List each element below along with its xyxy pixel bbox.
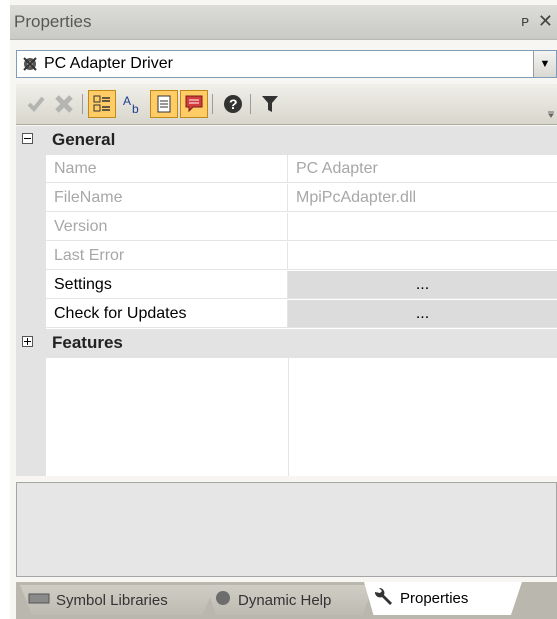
tab-properties[interactable]: Properties [364,582,522,615]
categorized-icon [93,95,110,112]
settings-ellipsis-button[interactable]: ... [288,271,557,299]
alphabetical-icon: A b [123,94,139,115]
cancel-button[interactable] [50,90,78,118]
dropdown-arrow-icon[interactable]: ▼ [533,51,556,77]
property-row-check-for-updates[interactable]: Check for Updates ... [16,300,557,329]
property-value: MpiPcAdapter.dll [288,184,557,212]
row-gutter [16,213,46,242]
category-label: Features [52,333,123,352]
toolbar-separator [212,94,213,114]
toolbar-overflow-icon[interactable] [547,94,555,118]
property-value: PC Adapter [288,155,557,183]
property-grid: General Name PC Adapter FileName MpiPcAd… [16,126,557,476]
description-icon [185,95,203,113]
property-row-version[interactable]: Version [16,213,557,242]
svg-text:b: b [132,102,139,115]
property-name: Settings [46,271,288,299]
row-gutter [16,242,46,271]
property-name: Name [46,155,288,183]
row-gutter [16,155,46,184]
selected-object-label: PC Adapter Driver [44,55,173,72]
category-features[interactable]: Features [16,329,557,358]
apply-button[interactable] [22,90,50,118]
wrench-icon [372,586,394,612]
panel-title-bar: Properties ᴩ ✕ [10,5,557,40]
collapse-icon[interactable] [22,133,33,144]
close-icon[interactable]: ✕ [538,11,553,32]
toolbar: A b ? [16,84,557,125]
filter-button[interactable] [256,90,284,118]
property-pages-button[interactable] [150,90,178,118]
help-button[interactable]: ? [219,90,247,118]
help-icon: ? [224,95,242,113]
tab-label: Symbol Libraries [56,591,168,609]
categorized-button[interactable] [88,90,116,118]
svg-text:A: A [123,94,131,108]
alphabetical-button[interactable]: A b [119,90,147,118]
grid-gutter [16,358,46,476]
help-globe-icon [214,589,232,611]
property-row-filename[interactable]: FileName MpiPcAdapter.dll [16,184,557,213]
driver-icon [23,57,37,71]
tab-label: Properties [400,590,469,607]
pin-icon[interactable]: ᴩ [521,13,529,30]
property-name: Check for Updates [46,300,288,328]
property-row-name[interactable]: Name PC Adapter [16,155,557,184]
check-updates-ellipsis-button[interactable]: ... [288,300,557,328]
row-gutter [16,184,46,213]
library-icon [28,591,50,609]
checkmark-icon [27,96,45,112]
filter-icon [262,96,278,112]
panel-title: Properties [14,12,92,31]
description-button[interactable] [180,90,208,118]
svg-text:?: ? [229,96,238,112]
property-value [288,213,557,241]
x-icon [55,95,73,113]
category-general[interactable]: General [16,126,557,155]
object-selector[interactable]: PC Adapter Driver ▼ [16,50,557,78]
tab-label: Dynamic Help [238,591,332,609]
property-value [288,242,557,270]
properties-panel: Properties ᴩ ✕ PC Adapter Driver ▼ A b ?… [10,0,557,619]
property-pages-icon [157,95,171,113]
expand-icon[interactable] [22,336,33,347]
property-row-last-error[interactable]: Last Error [16,242,557,271]
property-name: Last Error [46,242,288,270]
description-pane [16,482,557,577]
grid-splitter[interactable] [288,358,289,476]
bottom-tab-strip: Symbol Libraries Dynamic Help Properties [16,582,557,619]
toolbar-separator [250,94,251,114]
row-gutter [16,271,46,300]
tab-dynamic-help[interactable]: Dynamic Help [206,585,374,615]
property-name: Version [46,213,288,241]
property-row-settings[interactable]: Settings ... [16,271,557,300]
tab-symbol-libraries[interactable]: Symbol Libraries [20,585,216,615]
property-name: FileName [46,184,288,212]
toolbar-separator [82,94,83,114]
row-gutter [16,300,46,329]
category-label: General [52,130,116,149]
